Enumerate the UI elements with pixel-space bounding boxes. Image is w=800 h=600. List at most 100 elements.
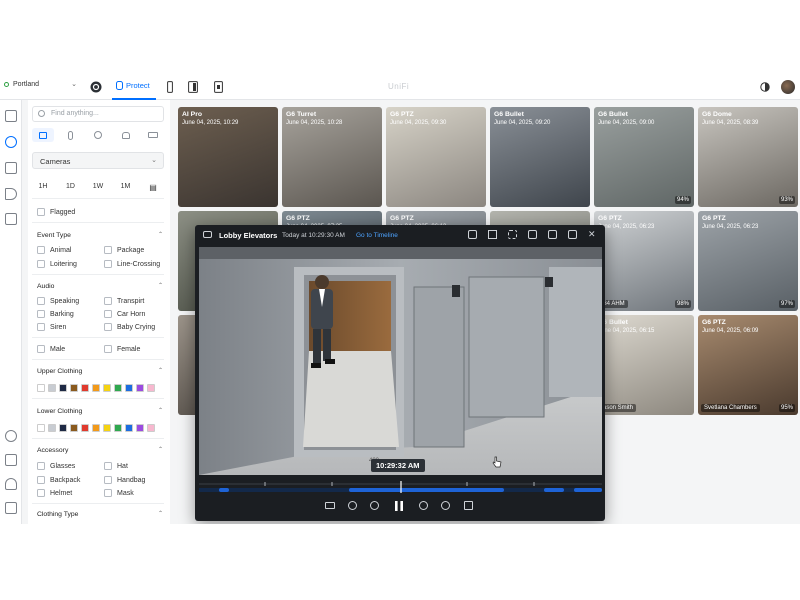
gear-icon[interactable] <box>5 430 17 442</box>
doorbell-icon[interactable] <box>185 79 201 95</box>
lower-clothing-color-swatch[interactable] <box>81 424 89 432</box>
speaking-checkbox[interactable]: Speaking <box>37 297 79 305</box>
chevron-up-icon[interactable]: ⌃ <box>158 407 163 414</box>
timeline-scrubber[interactable] <box>199 480 602 493</box>
detection-tile[interactable]: G6 PTZ June 04, 2025, 09:30 <box>386 107 486 207</box>
scan-icon[interactable] <box>508 230 517 239</box>
theme-toggle-icon[interactable] <box>757 79 773 95</box>
building-icon[interactable] <box>5 162 17 174</box>
lower-clothing-color-swatch[interactable] <box>48 424 56 432</box>
lower-clothing-color-swatch[interactable] <box>70 424 78 432</box>
flagged-checkbox[interactable]: Flagged <box>37 208 75 216</box>
upper-clothing-color-swatch[interactable] <box>136 384 144 392</box>
helmet-checkbox[interactable]: Helmet <box>37 489 72 497</box>
calendar-icon[interactable]: ▤ <box>142 183 164 192</box>
chevron-up-icon[interactable]: ⌃ <box>158 282 163 289</box>
integrations-icon[interactable] <box>5 502 17 514</box>
barking-checkbox[interactable]: Barking <box>37 310 74 318</box>
lower-clothing-color-swatch[interactable] <box>147 424 155 432</box>
loitering-checkbox[interactable]: Loitering <box>37 260 77 268</box>
skip-back-icon[interactable] <box>348 501 357 510</box>
lower-clothing-color-swatch[interactable] <box>114 424 122 432</box>
rewind-icon[interactable] <box>370 501 379 510</box>
range-1m[interactable]: 1M <box>115 183 137 192</box>
range-1w[interactable]: 1W <box>87 183 109 192</box>
export-icon[interactable] <box>548 230 557 239</box>
share-icon[interactable] <box>568 230 577 239</box>
dashboard-icon[interactable] <box>5 110 17 122</box>
play-icon[interactable] <box>5 188 17 200</box>
tab-face[interactable] <box>87 128 109 142</box>
male-checkbox[interactable]: Male <box>37 345 65 353</box>
alarm-icon[interactable] <box>5 478 17 490</box>
detection-tile[interactable]: G6 Dome June 04, 2025, 08:39 93% <box>698 107 798 207</box>
forward-icon[interactable] <box>419 501 428 510</box>
fullscreen-icon[interactable] <box>464 501 473 510</box>
flag-icon[interactable] <box>488 230 497 239</box>
hat-checkbox[interactable]: Hat <box>104 462 128 470</box>
animal-checkbox[interactable]: Animal <box>37 246 71 254</box>
handbag-checkbox[interactable]: Handbag <box>104 476 145 484</box>
upper-clothing-color-swatch[interactable] <box>37 384 45 392</box>
tab-protect[interactable]: Protect <box>116 81 150 90</box>
transpirt-checkbox[interactable]: Transpirt <box>104 297 144 305</box>
baby-crying-checkbox[interactable]: Baby Crying <box>104 323 155 331</box>
avatar[interactable] <box>781 80 795 94</box>
female-checkbox[interactable]: Female <box>104 345 140 353</box>
snapshot-icon[interactable] <box>528 230 537 239</box>
detections-icon[interactable] <box>5 136 17 148</box>
range-1d[interactable]: 1D <box>60 183 82 192</box>
lower-clothing-color-swatch[interactable] <box>59 424 67 432</box>
upper-clothing-color-swatch[interactable] <box>103 384 111 392</box>
detection-tile[interactable]: G6 PTZ June 04, 2025, 06:09 95% Svetlana Ch… <box>698 315 798 415</box>
video-frame[interactable]: 400 <box>199 247 602 475</box>
upper-clothing-color-swatch[interactable] <box>125 384 133 392</box>
device-icon[interactable] <box>162 79 178 95</box>
mask-checkbox[interactable]: Mask <box>104 489 134 497</box>
upper-clothing-color-swatch[interactable] <box>81 384 89 392</box>
upper-clothing-color-swatch[interactable] <box>59 384 67 392</box>
package-checkbox[interactable]: Package <box>104 246 144 254</box>
search-input[interactable]: Find anything... <box>32 106 164 122</box>
close-icon[interactable]: ✕ <box>588 230 597 239</box>
upper-clothing-color-swatch[interactable] <box>147 384 155 392</box>
lower-clothing-color-swatch[interactable] <box>125 424 133 432</box>
comment-icon[interactable] <box>468 230 477 239</box>
detection-tile[interactable]: G6 Turret June 04, 2025, 10:28 <box>282 107 382 207</box>
tab-plate[interactable] <box>142 128 164 142</box>
logs-icon[interactable] <box>5 454 17 466</box>
detection-tile[interactable]: AI Pro June 04, 2025, 10:29 <box>178 107 278 207</box>
hd-icon[interactable] <box>325 502 335 509</box>
source-select[interactable]: Cameras ⌄ <box>32 152 164 169</box>
backpack-checkbox[interactable]: Backpack <box>37 476 80 484</box>
lower-clothing-color-swatch[interactable] <box>136 424 144 432</box>
detection-tile[interactable]: G6 Bullet June 04, 2025, 06:15 Jason Smith <box>594 315 694 415</box>
lower-clothing-color-swatch[interactable] <box>37 424 45 432</box>
siren-checkbox[interactable]: Siren <box>37 323 66 331</box>
detection-tile[interactable]: G6 PTZ June 04, 2025, 06:23 98% 734 AHM <box>594 211 694 311</box>
pause-button[interactable] <box>393 499 405 511</box>
glasses-checkbox[interactable]: Glasses <box>37 462 75 470</box>
upper-clothing-color-swatch[interactable] <box>48 384 56 392</box>
tab-person[interactable] <box>60 128 82 142</box>
line-crossing-checkbox[interactable]: Line-Crossing <box>104 260 160 268</box>
car-horn-checkbox[interactable]: Car Horn <box>104 310 145 318</box>
site-selector[interactable]: Portland ⌄ <box>4 80 77 88</box>
chevron-up-icon[interactable]: ⌃ <box>158 231 163 238</box>
detection-tile[interactable]: G6 Bullet June 04, 2025, 09:20 <box>490 107 590 207</box>
tab-all[interactable] <box>32 128 54 142</box>
upper-clothing-color-swatch[interactable] <box>114 384 122 392</box>
chevron-up-icon[interactable]: ⌃ <box>158 446 163 453</box>
mute-icon[interactable] <box>441 501 450 510</box>
chevron-up-icon[interactable]: ⌃ <box>158 367 163 374</box>
go-to-timeline-link[interactable]: Go to Timeline <box>356 232 398 239</box>
detection-tile[interactable]: G6 PTZ June 04, 2025, 06:23 97% <box>698 211 798 311</box>
detection-tile[interactable]: G6 Bullet June 04, 2025, 09:00 94% <box>594 107 694 207</box>
upper-clothing-color-swatch[interactable] <box>70 384 78 392</box>
lower-clothing-color-swatch[interactable] <box>92 424 100 432</box>
protect-logo-icon[interactable] <box>88 79 104 95</box>
viewport-icon[interactable] <box>210 79 226 95</box>
tab-vehicle[interactable] <box>115 128 137 142</box>
folder-icon[interactable] <box>5 213 17 225</box>
lower-clothing-color-swatch[interactable] <box>103 424 111 432</box>
